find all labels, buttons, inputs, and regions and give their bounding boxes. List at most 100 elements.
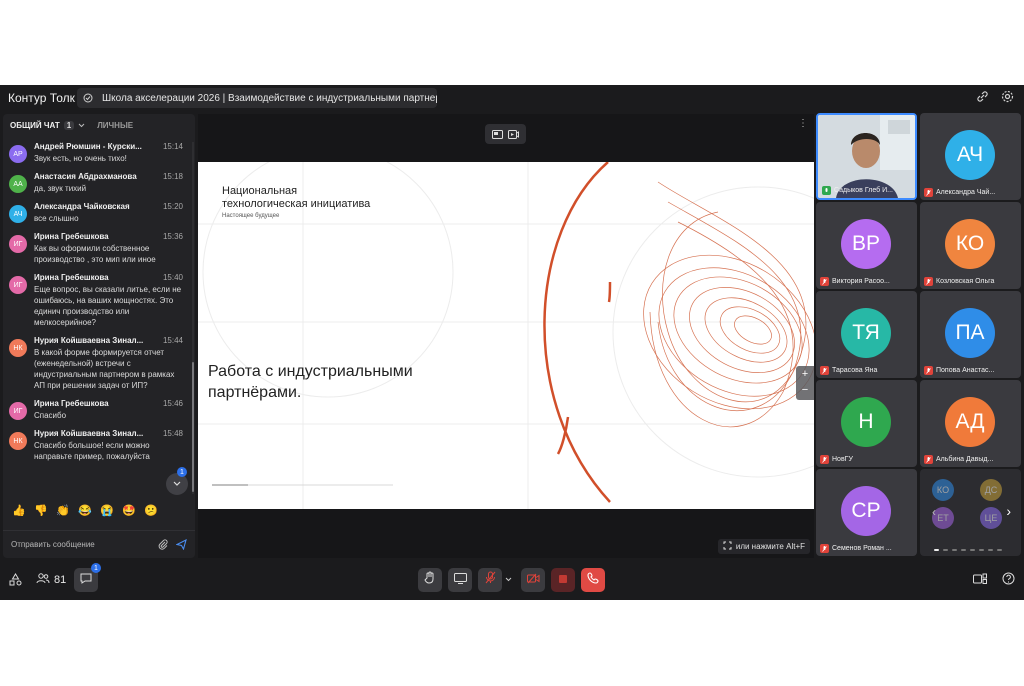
unread-count-badge: 1	[177, 467, 187, 477]
avatar: ИГ	[9, 276, 27, 294]
meeting-title-tab[interactable]: Школа акселерации 2026 | Взаимодействие …	[77, 88, 437, 108]
microphone-button[interactable]	[478, 568, 502, 592]
zoom-out-icon[interactable]: −	[796, 382, 814, 398]
screen-view-icon[interactable]	[508, 129, 520, 139]
tab-general-chat[interactable]: ОБЩИЙ ЧАТ	[10, 121, 60, 130]
chevron-right-icon[interactable]: ›	[1006, 503, 1011, 519]
participant-name: Альбина Давыд...	[936, 456, 994, 463]
participant-tile[interactable]: АД Альбина Давыд...	[920, 380, 1021, 467]
slide-title: Работа с индустриальными партнёрами.	[208, 363, 413, 401]
reaction-emoji-button[interactable]: 👏	[55, 502, 71, 518]
avatar: ТЯ	[841, 308, 891, 358]
chevron-down-icon	[173, 479, 181, 490]
share-screen-button[interactable]	[448, 568, 472, 592]
chat-message[interactable]: НК Нурия Койшваевна Зинал... 15:48 Спасибо …	[3, 429, 191, 462]
avatar: АР	[9, 145, 27, 163]
message-time: 15:48	[162, 429, 183, 438]
reaction-emoji-button[interactable]: 😕	[143, 502, 159, 518]
slide-org-line1: Национальная	[222, 185, 298, 197]
participant-tile[interactable]: СР Семенов Роман ...	[816, 469, 917, 556]
message-input[interactable]	[11, 540, 158, 549]
chat-toggle-button[interactable]: 1	[74, 563, 101, 592]
participants-button[interactable]: 81	[36, 573, 66, 587]
message-time: 15:18	[162, 172, 183, 181]
presentation-slide: Национальная технологическая инициатива …	[198, 162, 814, 509]
layout-toggle-icon[interactable]	[973, 573, 987, 585]
message-author: Александра Чайковская	[34, 202, 130, 211]
participant-tile[interactable]: ТЯ Тарасова Яна	[816, 291, 917, 378]
send-icon[interactable]	[176, 539, 187, 550]
picture-in-picture-icon[interactable]	[491, 129, 503, 139]
participant-name: Попова Анастас...	[936, 367, 995, 374]
slide-org-line2: технологическая инициатива	[222, 198, 371, 210]
message-list[interactable]: АР Андрей Рюмшин - Курски... 15:14 Звук ест…	[3, 142, 191, 494]
fullscreen-hint[interactable]: или нажмите Alt+F	[717, 539, 810, 554]
chat-unread-badge: 1	[91, 563, 101, 573]
chat-scroll-thumb[interactable]	[192, 362, 194, 492]
reaction-emoji-button[interactable]: 👎	[33, 502, 49, 518]
participant-name: Александра Чай...	[936, 189, 996, 196]
reaction-emoji-button[interactable]: 🤩	[121, 502, 137, 518]
microphone-off-icon	[924, 188, 933, 197]
hand-icon	[424, 571, 436, 589]
reaction-emoji-button[interactable]: 👍	[11, 502, 27, 518]
message-time: 15:20	[162, 202, 183, 211]
bottom-toolbar: 81 1	[0, 563, 1024, 595]
participant-name: Козловская Ольга	[936, 278, 995, 285]
message-text: В какой форме формируется отчет (еженеде…	[34, 348, 175, 390]
microphone-off-icon	[924, 455, 933, 464]
reaction-emoji-button[interactable]: 😭	[99, 502, 115, 518]
chevron-down-icon[interactable]	[78, 121, 85, 130]
slide-decorative-art	[198, 162, 814, 509]
chat-message[interactable]: НК Нурия Койшваевна Зинал... 15:44 В какой …	[3, 336, 191, 391]
zoom-in-icon[interactable]: +	[796, 366, 814, 382]
avatar: ИГ	[9, 235, 27, 253]
participant-tile[interactable]: ВР Виктория Расоо...	[816, 202, 917, 289]
avatar: НК	[9, 339, 27, 357]
microphone-off-icon	[924, 366, 933, 375]
scroll-to-latest-button[interactable]: 1	[166, 467, 188, 495]
avatar: АА	[9, 175, 27, 193]
stop-icon	[558, 571, 568, 589]
participant-tile[interactable]: КО Козловская Ольга	[920, 202, 1021, 289]
chat-message[interactable]: АЧ Александра Чайковская 15:20 все слышно	[3, 202, 191, 224]
stop-recording-button[interactable]	[551, 568, 575, 592]
settings-gear-icon[interactable]	[1001, 90, 1014, 103]
microphone-off-icon	[820, 277, 829, 286]
avatar: КО	[945, 219, 995, 269]
more-options-icon[interactable]: ⋮	[798, 118, 808, 129]
reaction-emoji-button[interactable]: 😂	[77, 502, 93, 518]
avatar: Н	[841, 397, 891, 447]
microphone-on-icon	[822, 186, 831, 195]
avatar: СР	[841, 486, 891, 536]
slide-zoom-controls[interactable]: + −	[796, 366, 814, 400]
more-participants-tile[interactable]: КО ДС ЕТ ЦЕ ‹ ›	[920, 469, 1021, 556]
paperclip-icon[interactable]	[158, 539, 168, 550]
chat-message[interactable]: ИГ Ирина Гребешкова 15:36 Как вы оформили с…	[3, 232, 191, 265]
fullscreen-hint-text: или нажмите Alt+F	[735, 542, 805, 551]
help-icon[interactable]	[1002, 572, 1015, 585]
tab-private-chat[interactable]: ЛИЧНЫЕ	[97, 121, 133, 130]
chat-message[interactable]: ИГ Ирина Гребешкова 15:40 Еще вопрос, вы ск…	[3, 273, 191, 328]
participant-tile[interactable]: ПА Попова Анастас...	[920, 291, 1021, 378]
leave-call-button[interactable]	[581, 568, 605, 592]
participant-name: Виктория Расоо...	[832, 278, 890, 285]
chat-message[interactable]: АА Анастасия Абдрахманова 15:18 да, звук ти…	[3, 172, 191, 194]
chat-message[interactable]: АР Андрей Рюмшин - Курски... 15:14 Звук ест…	[3, 142, 191, 164]
participant-name: Садыков Глеб И...	[834, 187, 893, 194]
general-chat-count-badge: 1	[63, 120, 75, 130]
apps-shapes-icon[interactable]	[9, 573, 22, 586]
slide-organization: Национальная технологическая инициатива	[222, 185, 392, 211]
camera-button[interactable]	[521, 568, 545, 592]
avatar: ЦЕ	[980, 507, 1002, 529]
microphone-options-chevron-icon[interactable]	[505, 577, 512, 582]
participant-tile[interactable]: АЧ Александра Чай...	[920, 113, 1021, 200]
message-author: Нурия Койшваевна Зинал...	[34, 336, 144, 345]
participant-tile-speaker[interactable]: Садыков Глеб И...	[816, 113, 917, 200]
meeting-info-icon[interactable]	[83, 93, 93, 103]
link-icon[interactable]	[976, 90, 989, 103]
chat-message[interactable]: ИГ Ирина Гребешкова 15:46 Спасибо	[3, 399, 191, 421]
raise-hand-button[interactable]	[418, 568, 442, 592]
participant-tile[interactable]: Н НовГУ	[816, 380, 917, 467]
chevron-left-icon[interactable]: ‹	[932, 505, 936, 519]
